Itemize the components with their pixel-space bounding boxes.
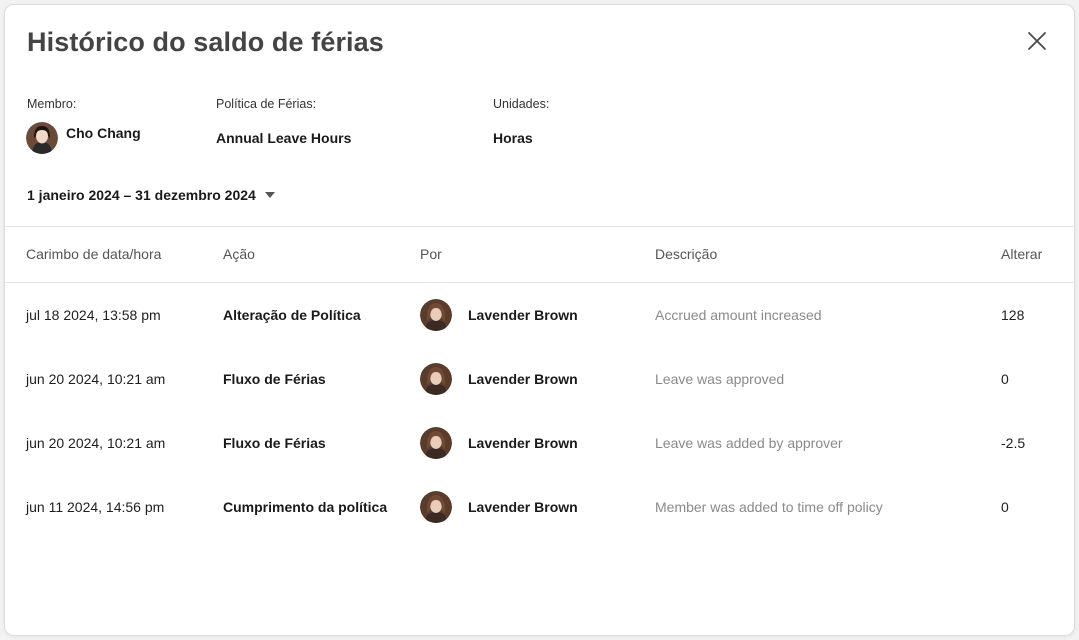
close-button[interactable]	[1025, 29, 1049, 53]
row-by: Lavender Brown	[420, 363, 578, 395]
avatar	[26, 122, 58, 154]
units-value: Horas	[493, 130, 533, 146]
row-timestamp: jun 11 2024, 14:56 pm	[26, 499, 165, 515]
column-header-action: Ação	[223, 246, 255, 262]
avatar	[420, 427, 452, 459]
row-description: Leave was added by approver	[655, 435, 843, 451]
row-by: Lavender Brown	[420, 491, 578, 523]
avatar	[420, 491, 452, 523]
column-header-description: Descrição	[655, 246, 718, 262]
modal-title: Histórico do saldo de férias	[27, 27, 384, 57]
row-description: Accrued amount increased	[655, 307, 822, 323]
row-description: Member was added to time off policy	[655, 499, 883, 515]
row-timestamp: jun 20 2024, 10:21 am	[26, 371, 166, 387]
row-action: Alteração de Política	[223, 307, 361, 323]
avatar	[420, 363, 452, 395]
table-row: jun 11 2024, 14:56 pm Cumprimento da pol…	[5, 475, 1074, 539]
row-timestamp: jul 18 2024, 13:58 pm	[26, 307, 161, 323]
row-by: Lavender Brown	[420, 427, 578, 459]
caret-down-icon	[264, 191, 276, 199]
close-icon	[1028, 32, 1046, 50]
row-by: Lavender Brown	[420, 299, 578, 331]
row-action: Fluxo de Férias	[223, 371, 326, 387]
date-range-label: 1 janeiro 2024 – 31 dezembro 2024	[27, 187, 256, 203]
row-change: 0	[1001, 371, 1009, 387]
date-range-dropdown[interactable]: 1 janeiro 2024 – 31 dezembro 2024	[27, 187, 276, 203]
leave-balance-history-modal: Histórico do saldo de férias Membro: Cho…	[4, 4, 1075, 636]
member-name: Cho Chang	[66, 125, 141, 141]
row-change: 0	[1001, 499, 1009, 515]
column-header-change: Alterar	[1001, 246, 1043, 262]
row-by-name: Lavender Brown	[468, 371, 578, 387]
member-label: Membro:	[27, 97, 77, 111]
column-header-by: Por	[420, 246, 442, 262]
row-action: Cumprimento da política	[223, 499, 388, 515]
policy-label: Política de Férias:	[216, 97, 317, 111]
units-label: Unidades:	[493, 97, 550, 111]
row-change: -2.5	[1001, 435, 1026, 451]
row-by-name: Lavender Brown	[468, 435, 578, 451]
table-row: jun 20 2024, 10:21 am Fluxo de Férias La…	[5, 347, 1074, 411]
header-divider	[5, 226, 1074, 227]
policy-value: Annual Leave Hours	[216, 130, 352, 146]
row-change: 128	[1001, 307, 1025, 323]
table-row: jun 20 2024, 10:21 am Fluxo de Férias La…	[5, 411, 1074, 475]
row-action: Fluxo de Férias	[223, 435, 326, 451]
row-by-name: Lavender Brown	[468, 307, 578, 323]
row-by-name: Lavender Brown	[468, 499, 578, 515]
row-timestamp: jun 20 2024, 10:21 am	[26, 435, 166, 451]
row-description: Leave was approved	[655, 371, 785, 387]
column-header-timestamp: Carimbo de data/hora	[26, 246, 162, 262]
table-row: jul 18 2024, 13:58 pm Alteração de Polít…	[5, 283, 1074, 347]
avatar	[420, 299, 452, 331]
